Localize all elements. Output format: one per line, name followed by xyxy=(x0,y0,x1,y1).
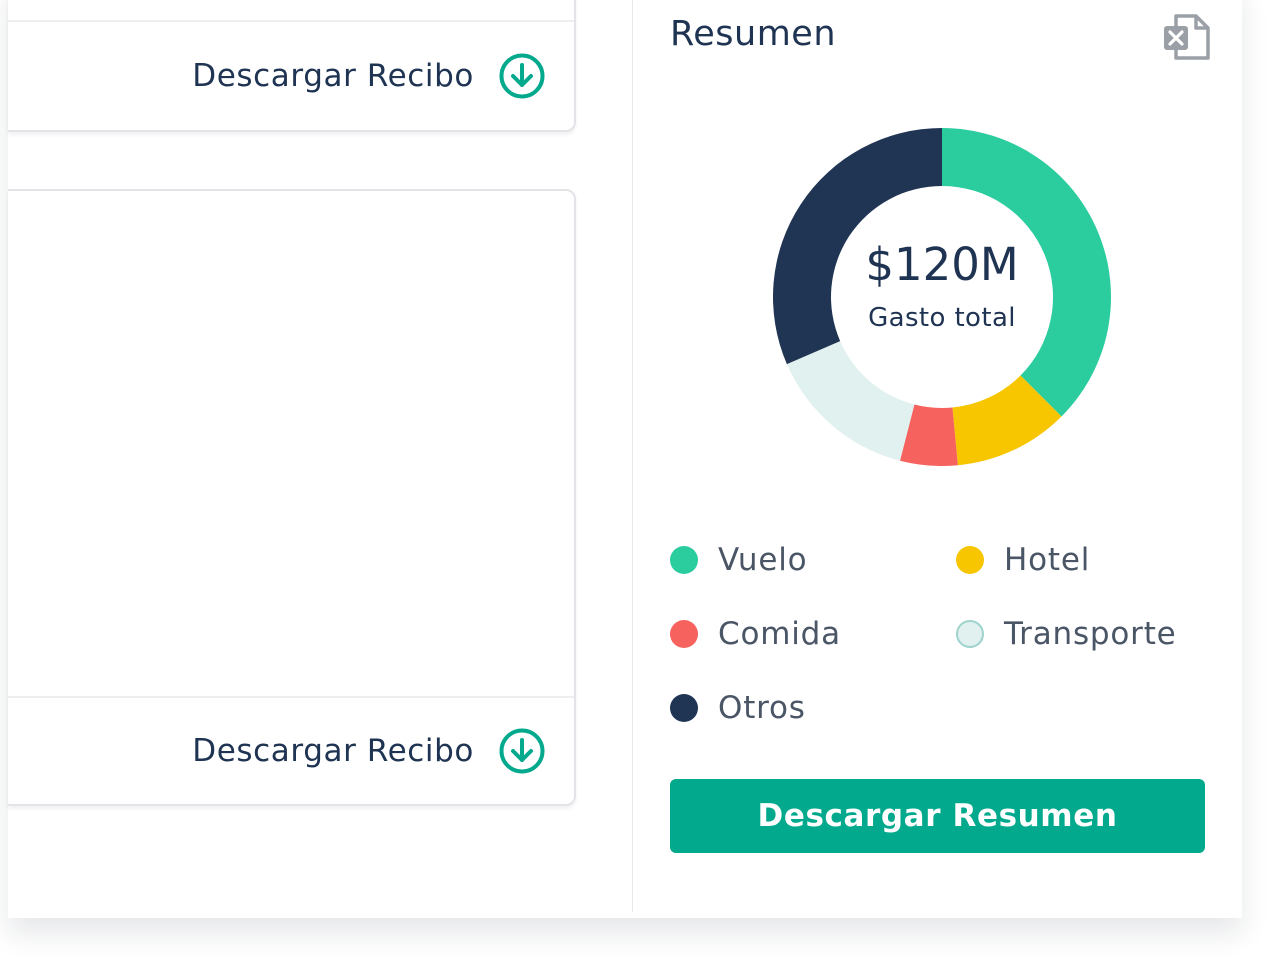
legend-label: Vuelo xyxy=(718,542,808,578)
legend-item-hotel: Hotel xyxy=(956,542,1090,578)
legend-label: Transporte xyxy=(1004,616,1177,652)
column-divider xyxy=(632,0,633,912)
spending-donut-chart: $120M Gasto total xyxy=(773,128,1111,466)
legend-item-otros: Otros xyxy=(670,690,806,726)
download-icon[interactable] xyxy=(498,52,546,100)
legend-item-transporte: Transporte xyxy=(956,616,1177,652)
legend-dot xyxy=(670,546,698,574)
legend-label: Hotel xyxy=(1004,542,1091,578)
receipt-card-footer: Descargar Recibo xyxy=(8,20,574,130)
download-receipt-link[interactable]: Descargar Recibo xyxy=(192,733,474,769)
legend-dot xyxy=(956,546,984,574)
receipt-card-footer: Descargar Recibo xyxy=(8,696,574,804)
total-amount: $120M xyxy=(865,237,1019,291)
receipt-card: Descargar Recibo xyxy=(8,189,576,806)
donut-center: $120M Gasto total xyxy=(773,128,1111,466)
download-receipt-link[interactable]: Descargar Recibo xyxy=(192,58,474,94)
legend-item-vuelo: Vuelo xyxy=(670,542,807,578)
download-icon[interactable] xyxy=(498,727,546,775)
download-summary-button[interactable]: Descargar Resumen xyxy=(670,779,1205,853)
legend-dot xyxy=(670,620,698,648)
summary-title: Resumen xyxy=(670,14,837,54)
legend-label: Comida xyxy=(718,616,841,652)
legend-dot xyxy=(956,620,984,648)
legend-item-comida: Comida xyxy=(670,616,841,652)
legend-label: Otros xyxy=(718,690,806,726)
legend-dot xyxy=(670,694,698,722)
excel-file-icon[interactable] xyxy=(1160,12,1212,62)
total-label: Gasto total xyxy=(868,302,1016,333)
receipt-card: Descargar Recibo xyxy=(8,0,576,132)
